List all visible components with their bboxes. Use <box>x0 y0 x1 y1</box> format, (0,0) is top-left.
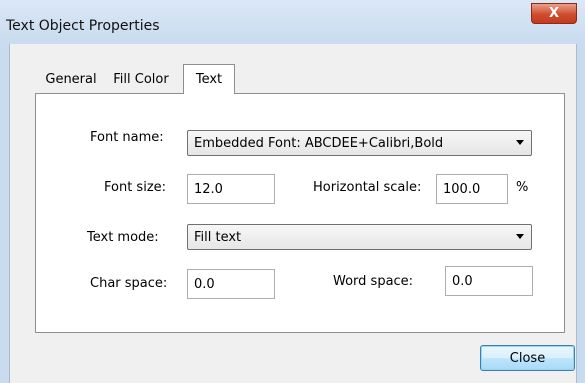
horizontal-scale-input[interactable] <box>436 174 508 204</box>
chevron-down-icon <box>516 234 524 239</box>
char-space-input[interactable] <box>187 269 275 299</box>
text-object-properties-dialog: Text Object Properties X General Fill Co… <box>0 0 585 383</box>
close-glyph: X <box>548 6 560 21</box>
tab-general[interactable]: General <box>38 66 104 92</box>
title-bar[interactable]: Text Object Properties X <box>0 0 585 44</box>
horizontal-scale-label: Horizontal scale: <box>313 180 422 195</box>
window-title: Text Object Properties <box>6 18 160 34</box>
char-space-label: Char space: <box>90 276 168 291</box>
font-name-dropdown[interactable]: Embedded Font: ABCDEE+Calibri,Bold <box>187 130 532 156</box>
font-name-label: Font name: <box>90 130 164 145</box>
chevron-down-icon <box>516 140 524 145</box>
word-space-label: Word space: <box>333 274 414 289</box>
text-mode-value: Fill text <box>194 229 242 245</box>
close-icon[interactable]: X <box>531 3 577 24</box>
percent-unit-label: % <box>516 180 529 195</box>
text-mode-dropdown[interactable]: Fill text <box>187 224 532 250</box>
text-mode-label: Text mode: <box>87 230 159 245</box>
word-space-input[interactable] <box>445 266 533 296</box>
close-button[interactable]: Close <box>480 345 575 371</box>
font-size-label: Font size: <box>104 180 167 195</box>
font-name-value: Embedded Font: ABCDEE+Calibri,Bold <box>194 135 444 151</box>
tab-fill-color[interactable]: Fill Color <box>106 66 176 92</box>
text-tab-panel <box>35 93 565 333</box>
font-size-input[interactable] <box>187 174 275 204</box>
tab-text[interactable]: Text <box>183 64 235 94</box>
